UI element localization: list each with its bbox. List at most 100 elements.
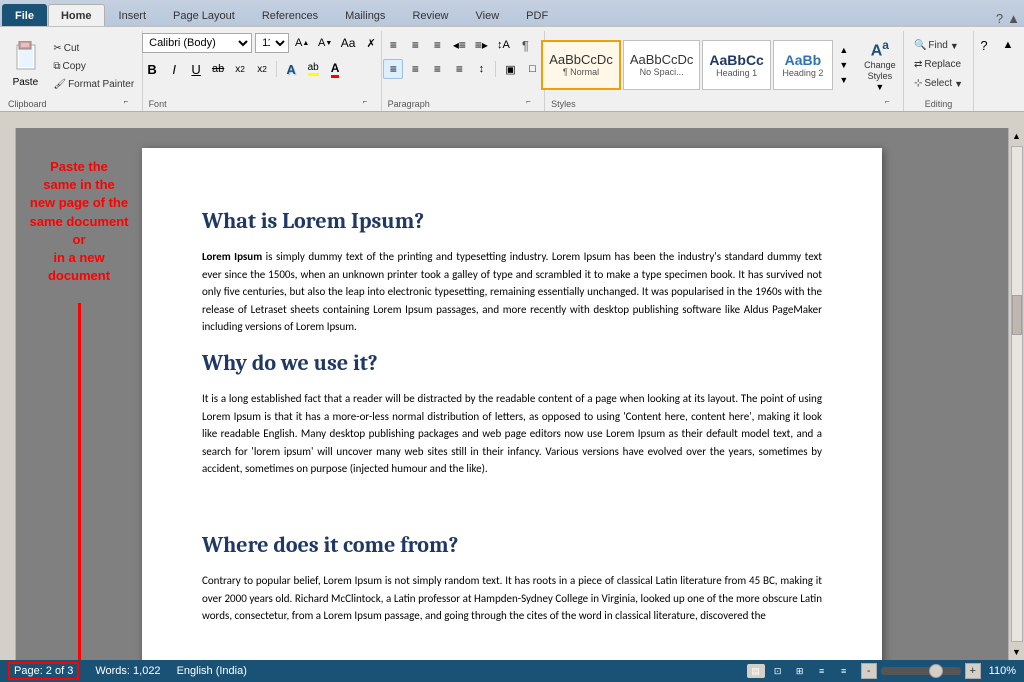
- tab-view[interactable]: View: [463, 4, 513, 26]
- format-painter-button[interactable]: 🖌 Format Painter: [48, 76, 139, 93]
- left-panel: [0, 128, 16, 660]
- outline-view-button[interactable]: ≡: [813, 664, 831, 678]
- subscript-button[interactable]: x2: [230, 59, 250, 79]
- zoom-slider[interactable]: [881, 667, 961, 675]
- scroll-thumb[interactable]: [1012, 295, 1022, 335]
- clipboard-dialog-launcher[interactable]: ⌐: [124, 97, 136, 109]
- style-h2-item[interactable]: AaBb Heading 2: [773, 40, 833, 90]
- style-nospace-item[interactable]: AaBbCcDc No Spaci...: [623, 40, 701, 90]
- select-button[interactable]: ⊹ Select ▼: [909, 75, 968, 92]
- paragraph-group: ≡ ≡ ≡ ◂≡ ≡▸ ↕A ¶ ≡ ≡ ≡ ≡ ↕ ▣ □: [382, 31, 545, 111]
- change-styles-button[interactable]: Aa ChangeStyles ▼: [853, 33, 907, 97]
- decrease-indent-button[interactable]: ◂≡: [449, 35, 469, 55]
- shading-button[interactable]: ▣: [500, 59, 520, 79]
- replace-icon: ⇄: [914, 59, 922, 70]
- find-arrow: ▼: [950, 41, 959, 51]
- zoom-in-button[interactable]: +: [965, 663, 981, 679]
- font-dialog-launcher[interactable]: ⌐: [363, 97, 375, 109]
- styles-more-button[interactable]: ▼: [837, 73, 851, 87]
- styles-scroll-down[interactable]: ▼: [837, 58, 851, 72]
- numbering-button[interactable]: ≡: [405, 35, 425, 55]
- align-left-button[interactable]: ≡: [383, 59, 403, 79]
- document-container[interactable]: Paste the same in the new page of the sa…: [16, 128, 1008, 660]
- highlight-button[interactable]: ab: [303, 59, 323, 79]
- font-family-select[interactable]: Calibri (Body): [142, 33, 252, 53]
- paragraph-2: It is a long established fact that a rea…: [202, 390, 822, 478]
- font-color-button[interactable]: A: [325, 59, 345, 79]
- main-area: Paste the same in the new page of the sa…: [0, 128, 1024, 660]
- page-info: Page: 2 of 3: [8, 662, 79, 680]
- annotation-line3: new page of the: [30, 195, 128, 210]
- paste-button[interactable]: Paste: [4, 36, 46, 93]
- editing-group: 🔍 Find ▼ ⇄ Replace ⊹ Select ▼ Editing: [904, 31, 974, 111]
- scroll-down-button[interactable]: ▼: [1010, 645, 1024, 659]
- multilevel-button[interactable]: ≡: [427, 35, 447, 55]
- borders-button[interactable]: □: [522, 59, 542, 79]
- tab-home[interactable]: Home: [48, 4, 105, 26]
- document-page: What is Lorem Ipsum? Lorem Ipsum is simp…: [142, 148, 882, 660]
- clipboard-label: Clipboard: [8, 97, 47, 109]
- find-button[interactable]: 🔍 Find ▼: [909, 37, 964, 54]
- justify-button[interactable]: ≡: [449, 59, 469, 79]
- underline-button[interactable]: U: [186, 59, 206, 79]
- right-scrollbar: ▲ ▼: [1008, 128, 1024, 660]
- tab-review[interactable]: Review: [399, 4, 461, 26]
- zoom-out-button[interactable]: -: [861, 663, 877, 679]
- annotation-line2: same in the: [43, 177, 115, 192]
- clear-format-button[interactable]: ✗: [361, 33, 381, 53]
- paragraph-dialog-launcher[interactable]: ⌐: [526, 97, 538, 109]
- help-icon[interactable]: ?: [996, 11, 1003, 26]
- tab-references[interactable]: References: [249, 4, 331, 26]
- styles-dialog-launcher[interactable]: ⌐: [885, 97, 897, 109]
- styles-label: Styles: [551, 97, 576, 109]
- copy-icon: ⧉: [53, 61, 60, 72]
- print-layout-button[interactable]: ▤: [747, 664, 765, 678]
- align-right-button[interactable]: ≡: [427, 59, 447, 79]
- style-h2-label: Heading 2: [782, 68, 823, 78]
- draft-view-button[interactable]: ≡: [835, 664, 853, 678]
- tab-bar: File Home Insert Page Layout References …: [0, 0, 1024, 26]
- strikethrough-button[interactable]: ab: [208, 59, 228, 79]
- font-size-select[interactable]: 11: [255, 33, 289, 53]
- center-button[interactable]: ≡: [405, 59, 425, 79]
- style-normal-item[interactable]: AaBbCcDc ¶ Normal: [541, 40, 621, 90]
- grow-font-button[interactable]: A▲: [292, 33, 312, 53]
- styles-scroll-up[interactable]: ▲: [837, 43, 851, 57]
- bold-button[interactable]: B: [142, 59, 162, 79]
- show-hide-button[interactable]: ¶: [515, 35, 535, 55]
- sort-button[interactable]: ↕A: [493, 35, 513, 55]
- bullets-button[interactable]: ≡: [383, 35, 403, 55]
- tab-pdf[interactable]: PDF: [513, 4, 561, 26]
- line-spacing-button[interactable]: ↕: [471, 59, 491, 79]
- tab-page-layout[interactable]: Page Layout: [160, 4, 248, 26]
- shrink-font-button[interactable]: A▼: [315, 33, 335, 53]
- scroll-track[interactable]: [1011, 146, 1023, 642]
- word-count: Words: 1,022: [95, 665, 160, 677]
- copy-button[interactable]: ⧉ Copy: [48, 58, 139, 75]
- replace-button[interactable]: ⇄ Replace: [909, 56, 966, 73]
- full-screen-button[interactable]: ⊡: [769, 664, 787, 678]
- web-layout-button[interactable]: ⊞: [791, 664, 809, 678]
- minimize-ribbon-button[interactable]: ▲: [998, 35, 1018, 55]
- lorem-ipsum-bold: Lorem Ipsum: [202, 250, 262, 263]
- style-h1-item[interactable]: AaBbCc Heading 1: [702, 40, 770, 90]
- cut-button[interactable]: ✂ Cut: [48, 40, 139, 57]
- minimize-icon[interactable]: ▲: [1007, 11, 1020, 26]
- help-ribbon-button[interactable]: ?: [974, 35, 994, 55]
- select-arrow: ▼: [954, 79, 963, 89]
- change-styles-label: ChangeStyles: [864, 60, 896, 82]
- italic-button[interactable]: I: [164, 59, 184, 79]
- scroll-up-button[interactable]: ▲: [1010, 129, 1024, 143]
- styles-group: AaBbCcDc ¶ Normal AaBbCcDc No Spaci... A…: [545, 31, 904, 111]
- superscript-button[interactable]: x2: [252, 59, 272, 79]
- change-case-button[interactable]: Aa: [338, 33, 358, 53]
- tab-file[interactable]: File: [2, 4, 47, 26]
- tab-mailings[interactable]: Mailings: [332, 4, 398, 26]
- editing-label: Editing: [925, 97, 953, 109]
- text-effects-button[interactable]: A: [281, 59, 301, 79]
- tab-insert[interactable]: Insert: [106, 4, 160, 26]
- increase-indent-button[interactable]: ≡▸: [471, 35, 491, 55]
- paragraph-label: Paragraph: [388, 97, 430, 109]
- zoom-slider-thumb[interactable]: [929, 664, 943, 678]
- annotation: Paste the same in the new page of the sa…: [24, 158, 134, 285]
